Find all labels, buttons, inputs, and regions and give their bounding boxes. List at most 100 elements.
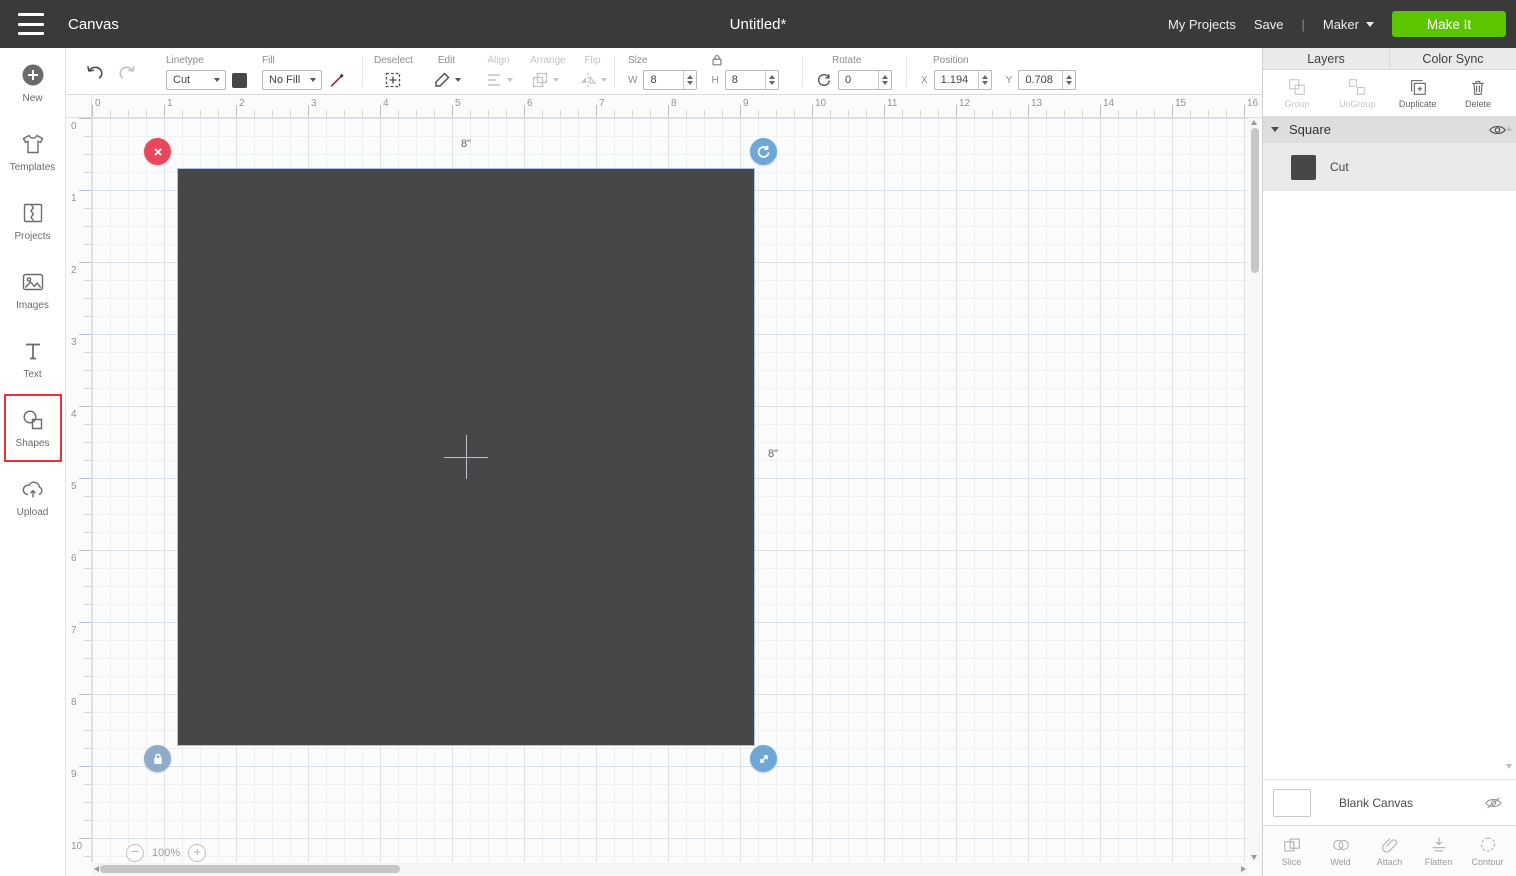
canvas-page-label: Canvas [68,16,119,33]
zoom-in-button[interactable]: + [188,844,206,862]
ruler-vertical: 012345678910 [66,118,92,862]
layer-item-cut[interactable]: Cut [1263,143,1516,191]
attach-button[interactable]: Attach [1367,835,1413,867]
my-projects-link[interactable]: My Projects [1168,17,1236,32]
redo-icon [116,61,138,83]
weld-button[interactable]: Weld [1318,835,1364,867]
deselect-button[interactable] [374,70,413,90]
make-it-button[interactable]: Make It [1392,11,1506,37]
sidebar-item-text[interactable]: Text [4,325,62,393]
horizontal-scroll-thumb[interactable] [100,865,400,873]
canvas-grid[interactable]: 8" 8" − 100% + [92,118,1248,862]
scroll-up-icon[interactable] [1251,120,1257,125]
trash-icon [1468,77,1488,97]
weld-label: Weld [1330,857,1350,867]
vertical-scroll-thumb[interactable] [1251,128,1259,273]
save-link[interactable]: Save [1254,17,1284,32]
flatten-button[interactable]: Flatten [1416,835,1462,867]
ungroup-button[interactable]: UnGroup [1329,77,1385,109]
arrow-up-icon [687,75,693,79]
blank-canvas-row[interactable]: Blank Canvas [1263,779,1516,825]
position-x-input[interactable]: 1.194 [934,70,992,90]
panel-scroll-down-icon[interactable] [1506,764,1512,769]
ungroup-label: UnGroup [1339,99,1376,109]
vertical-scrollbar[interactable] [1249,118,1260,862]
group-button[interactable]: Group [1269,77,1325,109]
sidebar-item-templates[interactable]: Templates [4,118,62,186]
align-label: Align [484,55,513,66]
size-label: Size [628,55,779,66]
scroll-down-icon[interactable] [1251,855,1257,860]
height-input[interactable]: 8 [725,70,779,90]
stepper-arrows[interactable] [765,71,778,89]
slice-button[interactable]: Slice [1269,835,1315,867]
toolbar-divider [802,56,803,87]
lock-handle[interactable] [144,745,171,772]
linetype-select[interactable]: Cut [166,70,226,90]
delete-handle[interactable] [144,138,171,165]
sidebar-item-new[interactable]: New [4,49,62,117]
rotate-input[interactable]: 0 [838,70,892,90]
horizontal-scrollbar[interactable] [92,863,1248,875]
contour-button[interactable]: Contour [1465,835,1511,867]
aspect-lock-icon[interactable] [710,53,724,67]
edit-button[interactable] [432,70,461,90]
hamburger-bar [18,32,44,35]
sidebar-item-label: Upload [17,507,49,518]
panel-scroll-up-icon[interactable] [1506,126,1512,131]
sidebar-item-label: Text [23,369,41,380]
combine-toolbar: Slice Weld Attach Flatten Contour [1263,825,1516,876]
contour-label: Contour [1471,857,1503,867]
linetype-color-swatch[interactable] [232,73,247,88]
document-title[interactable]: Untitled* [730,16,787,33]
flip-button[interactable] [578,70,607,90]
stepper-arrows[interactable] [978,71,991,89]
eye-off-icon[interactable] [1485,797,1502,809]
resize-handle[interactable] [750,745,777,772]
align-icon [484,70,504,90]
redo-button[interactable] [116,61,138,83]
position-y-input[interactable]: 0.708 [1018,70,1076,90]
pen-icon[interactable] [328,71,346,89]
ruler-number: 9 [743,98,749,109]
scroll-left-icon[interactable] [94,866,99,872]
stepper-arrows[interactable] [1062,71,1075,89]
sidebar-item-projects[interactable]: Projects [4,187,62,255]
layer-row-square[interactable]: Square [1263,116,1516,143]
blank-canvas-swatch[interactable] [1273,789,1311,817]
sidebar-item-images[interactable]: Images [4,256,62,324]
sidebar-item-upload[interactable]: Upload [4,463,62,531]
stepper-arrows[interactable] [878,71,891,89]
width-input[interactable]: 8 [643,70,697,90]
machine-selector[interactable]: Maker [1323,17,1374,32]
hamburger-menu-button[interactable] [18,13,48,35]
hamburger-bar [18,23,44,26]
visibility-eye-icon[interactable] [1489,124,1506,136]
undo-button[interactable] [84,61,106,83]
flip-label: Flip [578,55,607,66]
rotate-handle[interactable] [750,138,777,165]
zoom-out-button[interactable]: − [126,844,144,862]
arrange-button[interactable] [530,70,566,90]
top-bar: Canvas Untitled* My Projects Save | Make… [0,0,1516,48]
stepper-arrows[interactable] [683,71,696,89]
rotate-icon[interactable] [816,72,832,88]
paperclip-icon [1380,835,1400,855]
duplicate-button[interactable]: Duplicate [1390,77,1446,109]
ruler-number: 5 [71,481,77,492]
left-sidebar: New Templates Projects Images Text Shape… [0,48,66,876]
resize-arrow-icon [756,751,772,767]
sidebar-item-shapes[interactable]: Shapes [4,394,62,462]
ruler-number: 10 [815,98,826,109]
fill-select[interactable]: No Fill [262,70,322,90]
machine-name: Maker [1323,17,1359,32]
scroll-right-icon[interactable] [1241,866,1246,872]
collapse-caret-icon[interactable] [1271,127,1279,132]
tab-color-sync[interactable]: Color Sync [1389,48,1516,69]
chevron-down-icon [214,78,220,82]
tab-layers[interactable]: Layers [1263,48,1389,69]
align-button[interactable] [484,70,513,90]
delete-button[interactable]: Delete [1450,77,1506,109]
deselect-label: Deselect [374,55,413,66]
ruler-number: 3 [311,98,317,109]
